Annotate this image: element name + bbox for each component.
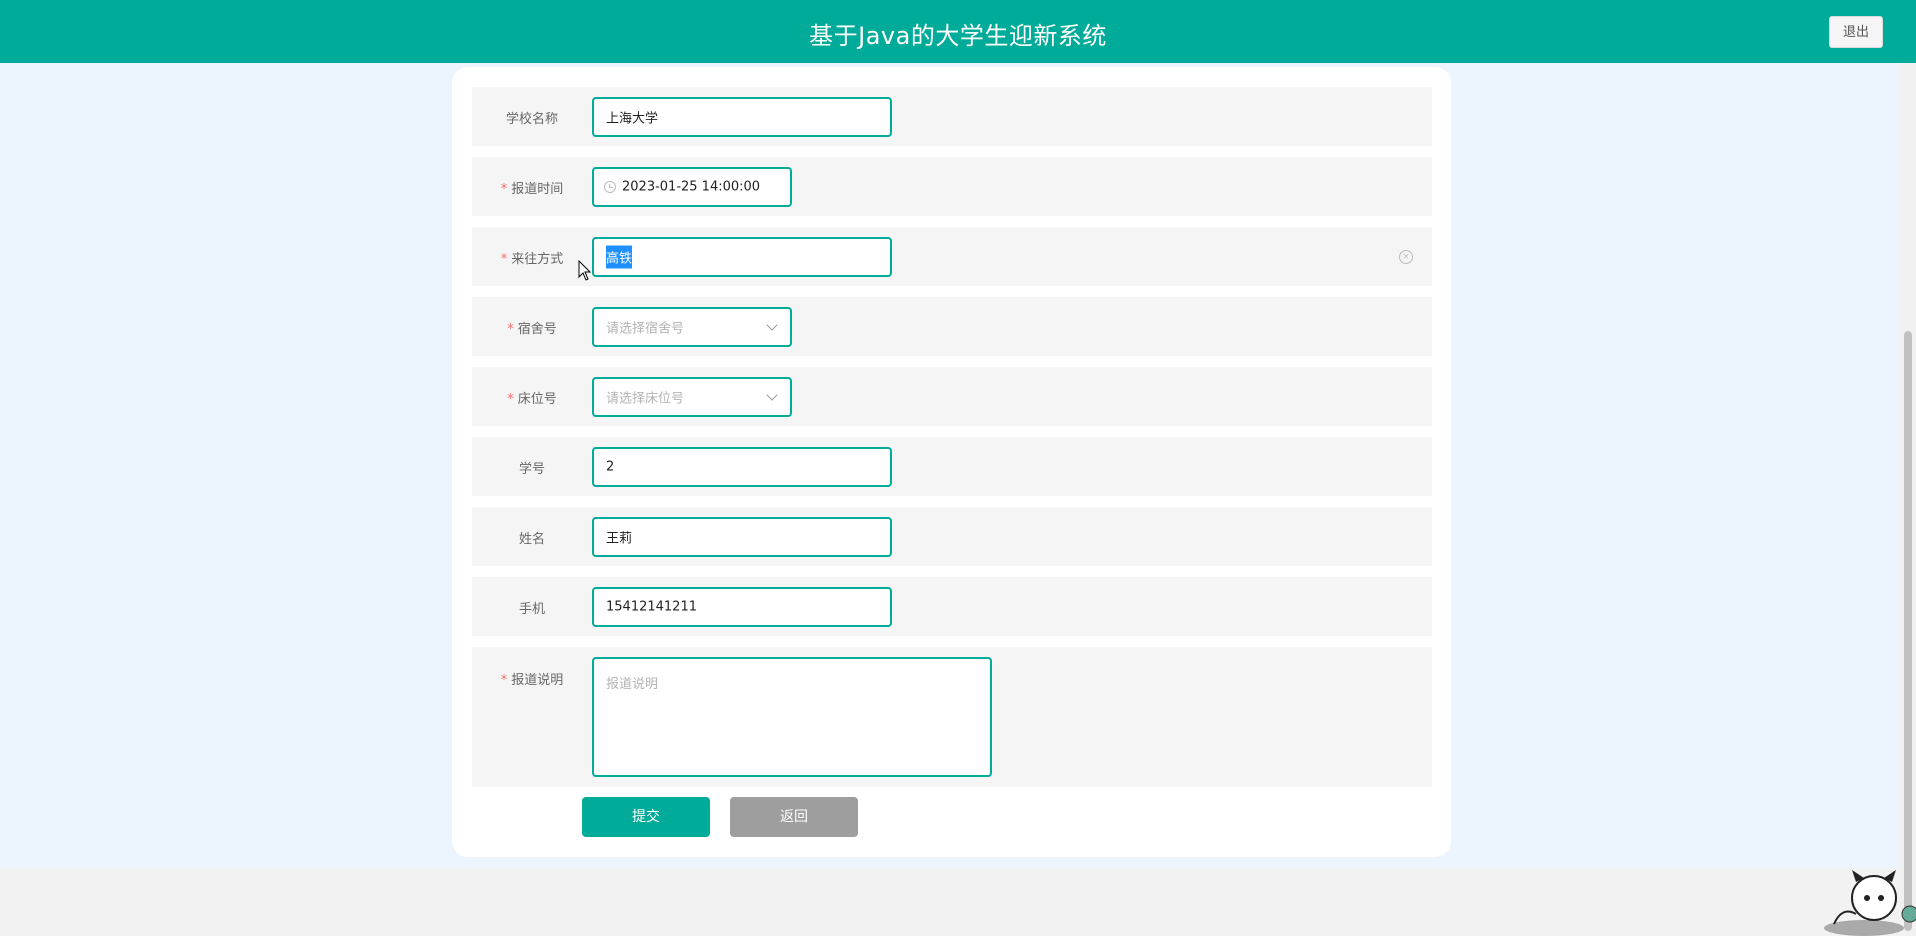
chevron-down-icon: [766, 389, 778, 401]
submit-button[interactable]: 提交: [582, 797, 710, 837]
form-row-phone: 手机 15412141211: [472, 577, 1432, 636]
chevron-down-icon: [766, 319, 778, 331]
page-footer-band: [0, 868, 1900, 936]
logout-button[interactable]: 退出: [1829, 16, 1883, 48]
travel-value-selected: 高铁: [606, 245, 633, 269]
student-id-label: 学号: [518, 462, 545, 477]
travel-label: * 来往方式: [500, 252, 564, 267]
report-time-picker[interactable]: 2023-01-25 14:00:00: [592, 167, 792, 207]
circle-close-icon[interactable]: ×: [1399, 250, 1413, 264]
dorm-select[interactable]: 请选择宿舍号: [592, 307, 792, 347]
header-bar: 基于Java的大学生迎新系统 退出: [0, 0, 1916, 63]
app-title: 基于Java的大学生迎新系统: [809, 22, 1107, 50]
scrollbar-thumb[interactable]: [1904, 331, 1912, 931]
travel-input[interactable]: 高铁: [592, 237, 892, 277]
form-row-description: * 报道说明 报道说明: [472, 647, 1432, 787]
dorm-placeholder: 请选择宿舍号: [606, 321, 685, 337]
form-row-travel: * 来往方式 高铁: [472, 227, 1432, 286]
form-row-school: 学校名称 上海大学: [472, 87, 1432, 146]
dorm-label: * 宿舍号: [507, 322, 557, 337]
school-value: 上海大学: [606, 111, 659, 127]
student-id-value: 2: [606, 459, 615, 475]
report-time-value: 2023-01-25 14:00:00: [622, 179, 761, 195]
name-label: 姓名: [518, 532, 545, 547]
bed-select[interactable]: 请选择床位号: [592, 377, 792, 417]
name-value: 王莉: [606, 531, 633, 547]
form-row-student-id: 学号 2: [472, 437, 1432, 496]
description-placeholder: 报道说明: [606, 677, 659, 692]
bed-placeholder: 请选择床位号: [606, 391, 685, 407]
page-scrollbar[interactable]: [1900, 63, 1916, 936]
phone-value: 15412141211: [606, 599, 697, 615]
cat-mascot-icon[interactable]: [1812, 866, 1916, 936]
form-row-dorm: * 宿舍号 请选择宿舍号: [472, 297, 1432, 356]
form-row-report-time: * 报道时间 2023-01-25 14:00:00: [472, 157, 1432, 216]
description-textarea[interactable]: 报道说明: [592, 657, 992, 777]
back-button[interactable]: 返回: [730, 797, 858, 837]
description-label: * 报道说明: [500, 673, 564, 688]
phone-label: 手机: [518, 602, 545, 617]
bed-label: * 床位号: [507, 392, 557, 407]
student-id-input[interactable]: 2: [592, 447, 892, 487]
form-row-name: 姓名 王莉: [472, 507, 1432, 566]
mouse-pointer-icon: [578, 260, 592, 281]
school-input[interactable]: 上海大学: [592, 97, 892, 137]
phone-input[interactable]: 15412141211: [592, 587, 892, 627]
report-time-label: * 报道时间: [500, 182, 564, 197]
clock-icon: [604, 181, 616, 193]
school-label: 学校名称: [505, 112, 558, 127]
name-input[interactable]: 王莉: [592, 517, 892, 557]
form-row-bed: * 床位号 请选择床位号: [472, 367, 1432, 426]
